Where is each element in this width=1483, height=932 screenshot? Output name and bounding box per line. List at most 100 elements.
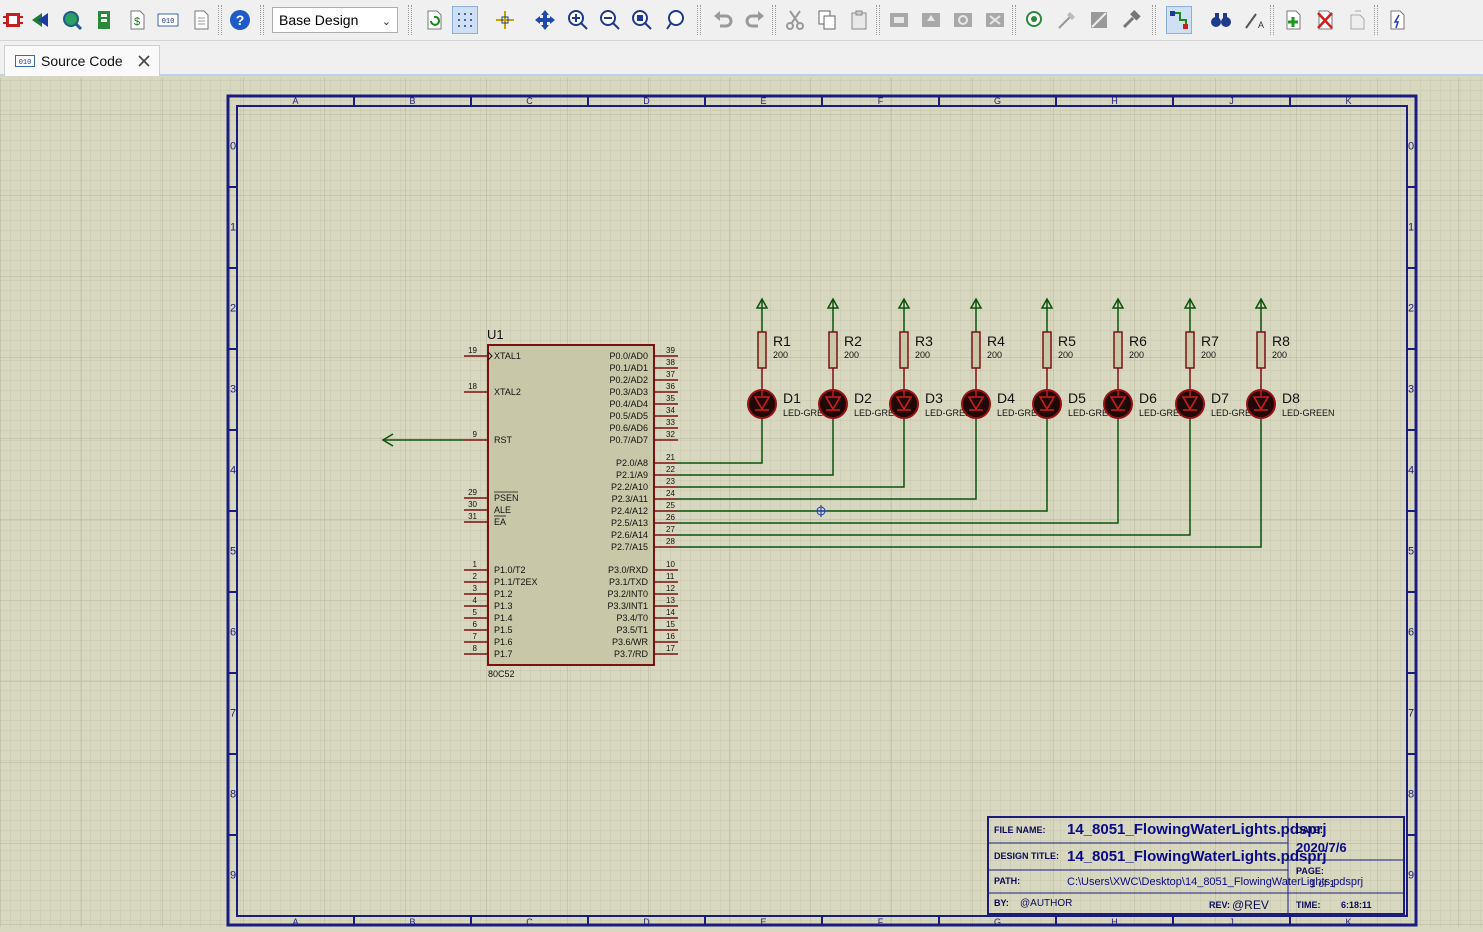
led-reference: D8 — [1282, 390, 1300, 406]
sheet-row-label-right: 0 — [1408, 141, 1414, 153]
mcu-pin-name: P0.1/AD1 — [609, 363, 648, 373]
mcu-pin-name: XTAL1 — [494, 351, 521, 361]
grid-toggle-icon[interactable] — [452, 6, 478, 34]
resistor-body[interactable] — [828, 331, 838, 369]
sheet-col-label-top: C — [526, 96, 533, 106]
decompose-icon[interactable] — [1118, 6, 1144, 34]
mcu-pin-number: 29 — [468, 488, 477, 497]
sheet-col-label-bottom: H — [1111, 917, 1118, 927]
mcu-pin-name: P0.4/AD4 — [609, 399, 648, 409]
undo-icon[interactable] — [710, 6, 736, 34]
mcu-pin-name: XTAL2 — [494, 387, 521, 397]
microcontroller-u1[interactable]: U180C5219XTAL118XTAL29RST29PSEN30ALE31EA… — [464, 327, 678, 679]
block-move-icon[interactable] — [918, 6, 944, 34]
sheet-row-label-right: 5 — [1408, 546, 1414, 558]
schematic-capture-icon[interactable] — [0, 6, 26, 34]
refresh-icon[interactable] — [421, 6, 447, 34]
cut-icon[interactable] — [782, 6, 808, 34]
mcu-pin-number: 8 — [473, 644, 478, 653]
redo-icon[interactable] — [742, 6, 768, 34]
block-rotate-icon[interactable] — [950, 6, 976, 34]
zoom-area-icon[interactable] — [663, 6, 689, 34]
pan-icon[interactable] — [532, 6, 558, 34]
3d-viewer-icon[interactable] — [59, 6, 85, 34]
zoom-all-icon[interactable] — [629, 6, 655, 34]
wire-autorouter-icon[interactable] — [1166, 6, 1192, 34]
mcu-pin-number: 32 — [666, 430, 675, 439]
mcu-pin-name: P0.2/AD2 — [609, 375, 648, 385]
pick-device-icon[interactable] — [1022, 6, 1048, 34]
copy-icon[interactable] — [814, 6, 840, 34]
help-icon[interactable]: ? — [227, 6, 253, 34]
sheet-col-label-top: B — [409, 96, 415, 106]
rev-value: @REV — [1232, 898, 1269, 912]
sheet-col-label-bottom: J — [1229, 917, 1234, 927]
property-assignment-icon[interactable]: A — [1241, 6, 1267, 34]
exit-to-parent-icon[interactable] — [1344, 6, 1370, 34]
mcu-pin-name: P2.7/A15 — [611, 542, 648, 552]
zoom-out-icon[interactable] — [597, 6, 623, 34]
mcu-pin-name: PSEN — [494, 493, 519, 503]
sheet-row-label-right: 7 — [1408, 708, 1414, 720]
source-code-icon[interactable]: 010 — [155, 6, 181, 34]
pcb-layout-icon[interactable] — [28, 6, 54, 34]
resistor-body[interactable] — [1113, 331, 1123, 369]
mcu-pin-number: 21 — [666, 453, 675, 462]
resistor-body[interactable] — [1256, 331, 1266, 369]
sheet-row-label-left: 5 — [230, 546, 236, 558]
led-reference: D1 — [783, 390, 801, 406]
delete-sheet-icon[interactable] — [1312, 6, 1338, 34]
mcu-pin-name: P3.4/T0 — [616, 613, 648, 623]
source-code-icon: 010 — [15, 55, 35, 67]
design-variant-select[interactable]: Base Design ⌄ — [272, 7, 398, 33]
mcu-pin-name: RST — [494, 435, 513, 445]
mcu-pin-number: 2 — [473, 572, 478, 581]
sheet-col-label-bottom: G — [994, 917, 1001, 927]
mcu-pin-number: 24 — [666, 489, 675, 498]
design-notes-icon[interactable] — [1384, 6, 1410, 34]
main-toolbar: $ 010 ? Base Design ⌄ A — [0, 0, 1483, 41]
bill-of-materials-icon[interactable]: $ — [124, 6, 150, 34]
close-icon[interactable] — [137, 54, 151, 68]
mcu-pin-number: 3 — [473, 584, 478, 593]
mcu-part-name: 80C52 — [488, 669, 515, 679]
mcu-pin-number: 27 — [666, 525, 675, 534]
packaging-tool-icon[interactable] — [1086, 6, 1112, 34]
sheet-col-label-bottom: F — [878, 917, 884, 927]
mcu-pin-name: P0.7/AD7 — [609, 435, 648, 445]
resistor-body[interactable] — [899, 331, 909, 369]
sheet-row-label-left: 3 — [230, 384, 236, 396]
led-reference: D5 — [1068, 390, 1086, 406]
mcu-pin-name: P1.3 — [494, 601, 513, 611]
resistor-reference: R4 — [987, 333, 1005, 349]
origin-icon[interactable] — [492, 6, 518, 34]
mcu-pin-number: 7 — [473, 632, 478, 641]
make-device-icon[interactable] — [1054, 6, 1080, 34]
resistor-reference: R1 — [773, 333, 791, 349]
mcu-pin-number: 15 — [666, 620, 675, 629]
search-icon[interactable] — [1208, 6, 1234, 34]
resistor-value: 200 — [1129, 350, 1144, 360]
mcu-pin-number: 18 — [468, 382, 477, 391]
sheet-col-label-bottom: C — [526, 917, 533, 927]
tab-source-code[interactable]: 010 Source Code — [4, 45, 160, 76]
by-label: BY: — [994, 898, 1009, 908]
block-delete-icon[interactable] — [982, 6, 1008, 34]
date-label: DATE: — [1296, 825, 1323, 835]
block-copy-icon[interactable] — [886, 6, 912, 34]
new-sheet-icon[interactable] — [1280, 6, 1306, 34]
resistor-body[interactable] — [1185, 331, 1195, 369]
resistor-body[interactable] — [971, 331, 981, 369]
path-value: C:\Users\XWC\Desktop\14_8051_FlowingWate… — [1067, 876, 1363, 888]
gerber-viewer-icon[interactable] — [91, 6, 117, 34]
paste-icon[interactable] — [846, 6, 872, 34]
mcu-pin-name: P1.1/T2EX — [494, 577, 538, 587]
resistor-body[interactable] — [1042, 331, 1052, 369]
sheet-col-label-top: A — [292, 96, 298, 106]
mcu-pin-number: 37 — [666, 370, 675, 379]
zoom-in-icon[interactable] — [565, 6, 591, 34]
resistor-body[interactable] — [757, 331, 767, 369]
design-explorer-icon[interactable] — [188, 6, 214, 34]
resistor-reference: R7 — [1201, 333, 1219, 349]
schematic-canvas[interactable]: AABBCCDDEEFFGGHHJJKK00112233445566778899… — [0, 78, 1483, 927]
